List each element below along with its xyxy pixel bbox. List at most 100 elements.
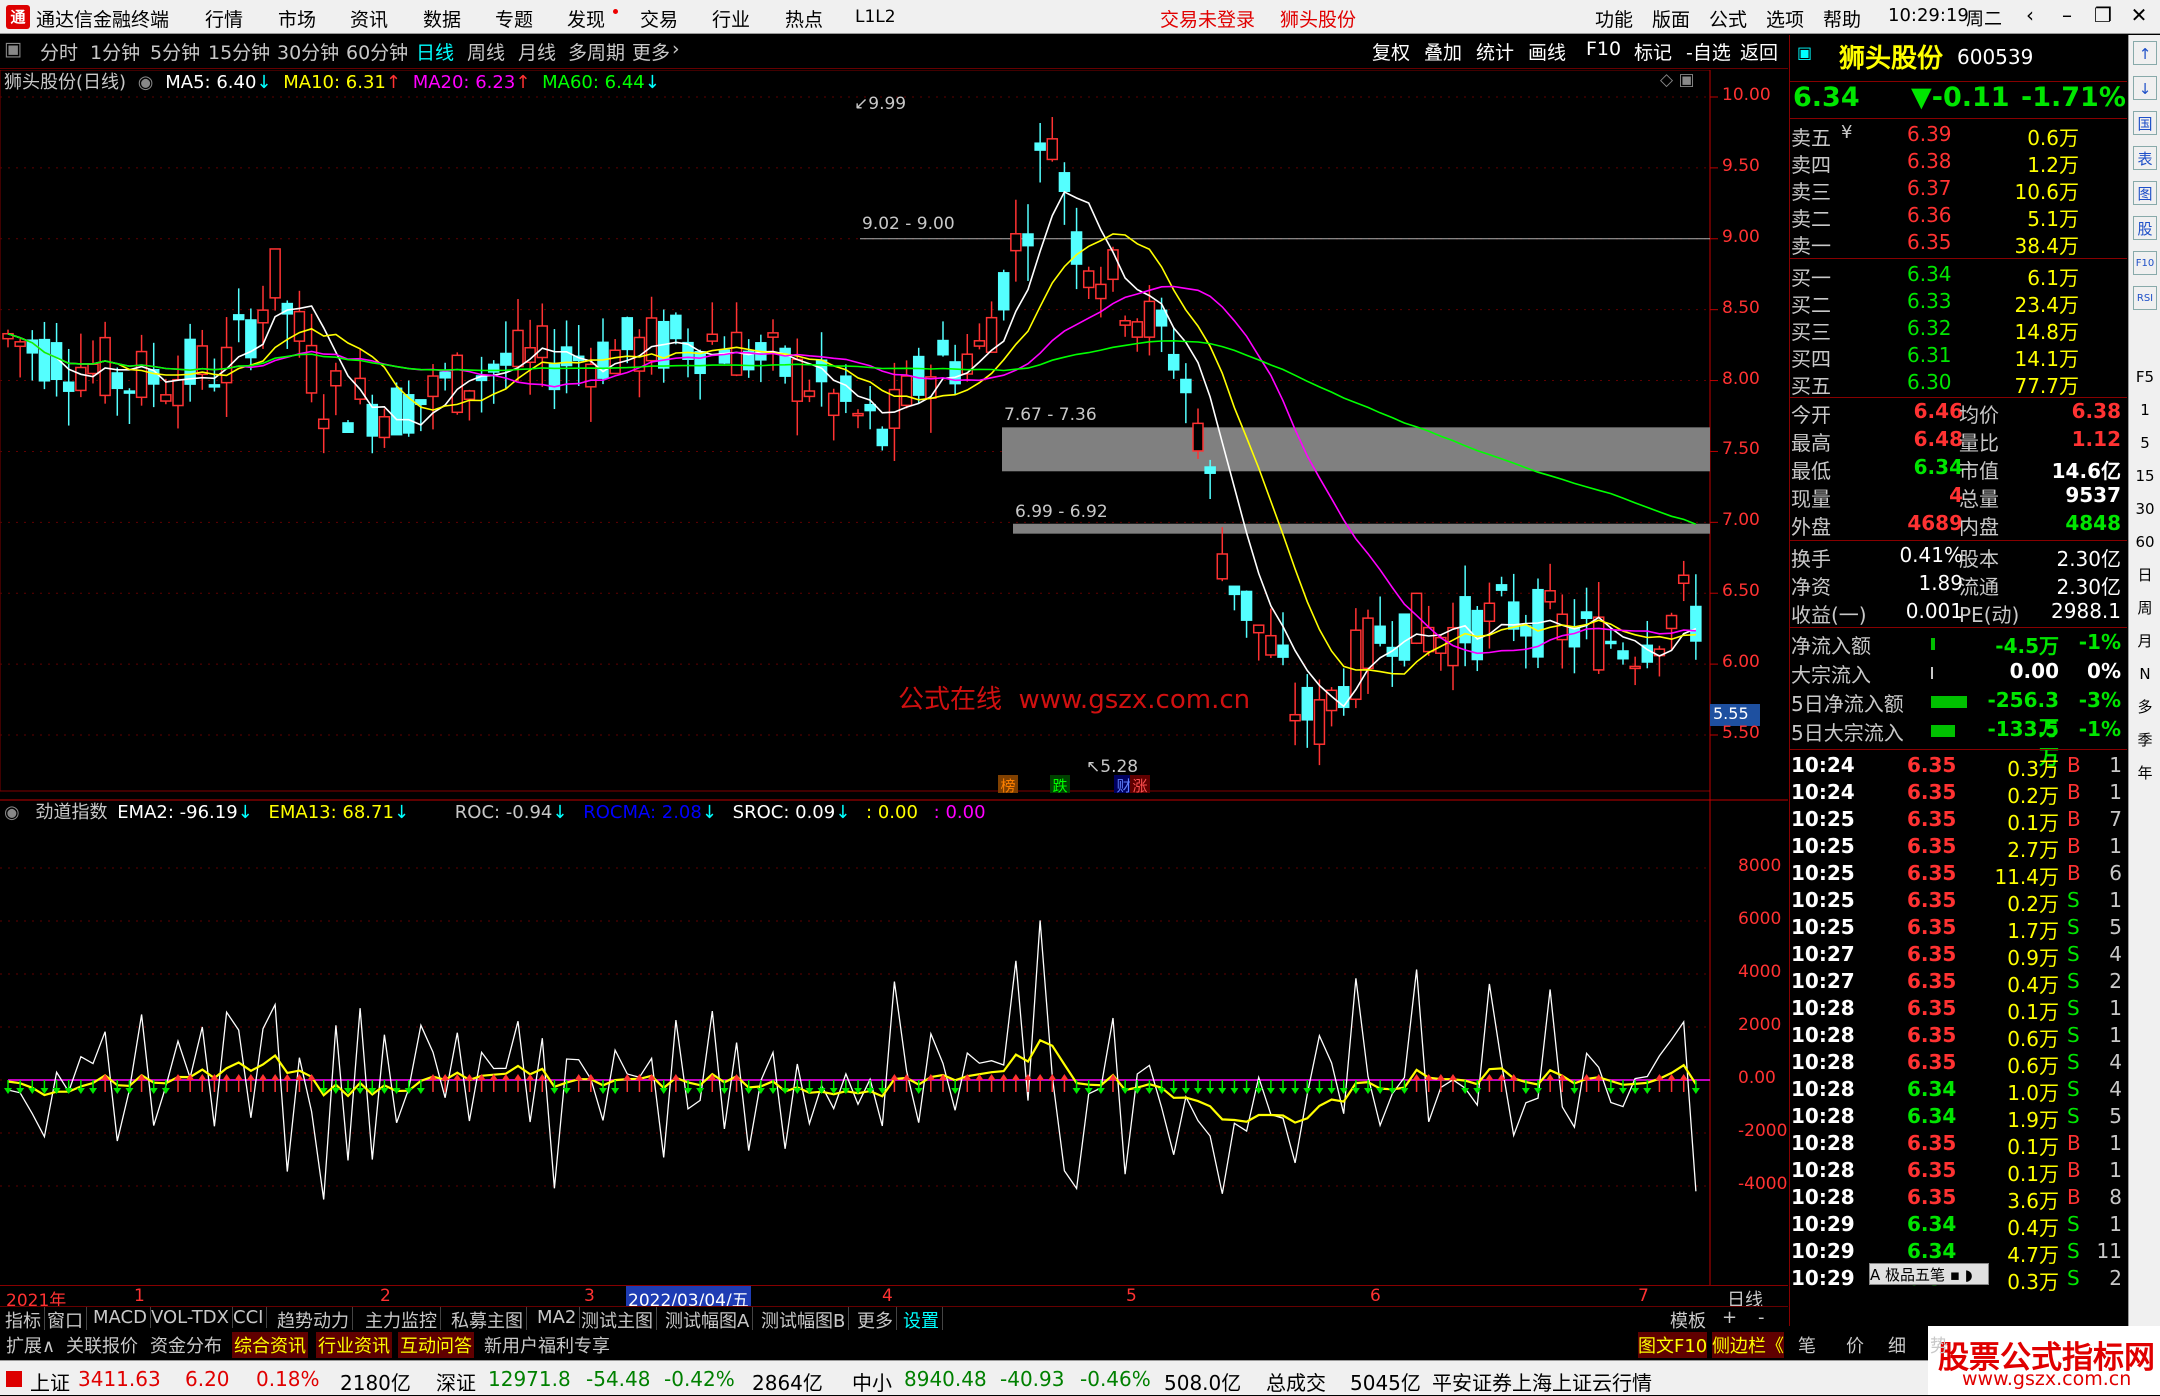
side-tool-6[interactable]: F10 bbox=[2133, 251, 2157, 275]
kline-chart[interactable] bbox=[0, 70, 1788, 1285]
side-tool-17[interactable]: N bbox=[2133, 662, 2157, 686]
current-stock-link[interactable]: 狮头股份 bbox=[1280, 5, 1356, 32]
period-daily[interactable]: 日线 bbox=[416, 38, 454, 65]
ext-tab-3[interactable]: 综合资讯 bbox=[232, 1332, 308, 1358]
side-tool-12[interactable]: 30 bbox=[2133, 497, 2157, 521]
period-15min[interactable]: 15分钟 bbox=[208, 38, 270, 65]
tab-trend[interactable]: 势 bbox=[1930, 1332, 1948, 1358]
stat-label: 收益(一) bbox=[1791, 603, 1867, 627]
chart-settings-icon[interactable]: ◇ ▣ bbox=[1660, 70, 1695, 90]
broker-feed[interactable]: 平安证券上海上证云行情 bbox=[1432, 1367, 1652, 1396]
minimize-icon[interactable]: – bbox=[2052, 3, 2082, 27]
tab-pen[interactable]: 笔 bbox=[1798, 1332, 1816, 1358]
sh-index-label[interactable]: 上证 bbox=[30, 1367, 70, 1396]
side-tool-15[interactable]: 周 bbox=[2133, 596, 2157, 620]
side-tool-1[interactable]: ↓ bbox=[2133, 76, 2157, 100]
legend-toggle-icon[interactable]: ◉ bbox=[138, 72, 154, 93]
zx-index-label[interactable]: 中小 bbox=[852, 1367, 892, 1396]
indicator-toggle-icon[interactable]: ◉ bbox=[4, 802, 20, 823]
menu-markets[interactable]: 市场 bbox=[278, 5, 316, 32]
toolbar-mark[interactable]: 标记 bbox=[1634, 38, 1672, 65]
side-tool-14[interactable]: 日 bbox=[2133, 563, 2157, 587]
side-tool-18[interactable]: 多 bbox=[2133, 695, 2157, 719]
side-tool-11[interactable]: 15 bbox=[2133, 464, 2157, 488]
side-tool-3[interactable]: 表 bbox=[2133, 146, 2157, 170]
indicator-tab-8[interactable]: MA2 bbox=[534, 1307, 581, 1328]
menu-hot[interactable]: 热点 bbox=[785, 5, 823, 32]
toolbar-adjust[interactable]: 复权 bbox=[1372, 38, 1410, 65]
add-panel-button[interactable]: + bbox=[1722, 1307, 1737, 1328]
side-tool-13[interactable]: 60 bbox=[2133, 530, 2157, 554]
menu-data[interactable]: 数据 bbox=[423, 5, 461, 32]
menu-market[interactable]: 行情 bbox=[205, 5, 243, 32]
period-30min[interactable]: 30分钟 bbox=[277, 38, 339, 65]
panel-toggle-icon[interactable]: ▣ bbox=[4, 38, 22, 60]
menu-options[interactable]: 选项 bbox=[1766, 5, 1804, 32]
menu-l1l2[interactable]: L1L2 bbox=[855, 7, 896, 27]
ext-tab-1[interactable]: 关联报价 bbox=[64, 1332, 140, 1358]
tab-price[interactable]: 价 bbox=[1846, 1332, 1864, 1358]
side-tool-20[interactable]: 年 bbox=[2133, 761, 2157, 785]
tab-detail[interactable]: 细 bbox=[1888, 1332, 1906, 1358]
toolbar-overlay[interactable]: 叠加 bbox=[1424, 38, 1462, 65]
ext-tab-4[interactable]: 行业资讯 bbox=[316, 1332, 392, 1358]
period-tick[interactable]: 分时 bbox=[40, 38, 78, 65]
side-tool-8[interactable]: F5 bbox=[2133, 365, 2157, 389]
ext-tab-0[interactable]: 扩展∧ bbox=[4, 1332, 57, 1358]
tick-volume: 1.9万 bbox=[2007, 1108, 2059, 1132]
side-tool-5[interactable]: 股 bbox=[2133, 216, 2157, 240]
event-tag-list[interactable]: 榜 bbox=[998, 775, 1018, 795]
toolbar-stats[interactable]: 统计 bbox=[1476, 38, 1514, 65]
side-tool-2[interactable]: 国 bbox=[2133, 111, 2157, 135]
sz-index-label[interactable]: 深证 bbox=[436, 1367, 476, 1396]
remove-panel-button[interactable]: - bbox=[1758, 1307, 1765, 1328]
tick-side: B bbox=[2067, 1131, 2081, 1155]
toolbar-draw[interactable]: 画线 bbox=[1528, 38, 1566, 65]
period-1min[interactable]: 1分钟 bbox=[90, 38, 140, 65]
menu-formula[interactable]: 公式 bbox=[1709, 5, 1747, 32]
menu-function[interactable]: 功能 bbox=[1595, 5, 1633, 32]
close-icon[interactable]: ✕ bbox=[2124, 3, 2154, 27]
side-tool-16[interactable]: 月 bbox=[2133, 629, 2157, 653]
toolbar-remove-watch[interactable]: -自选 bbox=[1686, 38, 1731, 65]
menu-help[interactable]: 帮助 bbox=[1823, 5, 1861, 32]
indicator-tab-4[interactable]: CCI bbox=[230, 1307, 268, 1328]
f10-tab[interactable]: 图文F10 bbox=[1638, 1332, 1708, 1358]
indicator-name[interactable]: 劲道指数 bbox=[35, 802, 107, 823]
menu-trade[interactable]: 交易 bbox=[640, 5, 678, 32]
ad-banner[interactable]: 股票公式指标网 www.gszx.com.cn bbox=[1928, 1326, 2160, 1395]
period-60min[interactable]: 60分钟 bbox=[346, 38, 408, 65]
side-tool-7[interactable]: RSI bbox=[2133, 286, 2157, 310]
back-icon[interactable]: ‹ bbox=[2015, 3, 2045, 27]
toolbar-back[interactable]: 返回 bbox=[1740, 38, 1778, 65]
period-monthly[interactable]: 月线 bbox=[518, 38, 556, 65]
ext-tab-6[interactable]: 新用户福利专享 bbox=[482, 1332, 612, 1358]
side-tool-19[interactable]: 季 bbox=[2133, 728, 2157, 752]
ime-indicator[interactable]: A 极品五笔 ▪ ◗ ⌨ bbox=[1869, 1263, 1989, 1303]
indicator-tab-2[interactable]: MACD bbox=[90, 1307, 151, 1328]
toolbar-f10[interactable]: F10 bbox=[1586, 38, 1621, 60]
event-tag-rise[interactable]: 涨 bbox=[1130, 775, 1150, 795]
menu-industry[interactable]: 行业 bbox=[712, 5, 750, 32]
period-more[interactable]: 更多 bbox=[632, 38, 670, 65]
menu-news[interactable]: 资讯 bbox=[350, 5, 388, 32]
side-tool-9[interactable]: 1 bbox=[2133, 398, 2157, 422]
menu-layout[interactable]: 版面 bbox=[1652, 5, 1690, 32]
period-weekly[interactable]: 周线 bbox=[467, 38, 505, 65]
event-tag-fall[interactable]: 跌 bbox=[1050, 775, 1070, 795]
menu-discover[interactable]: 发现 bbox=[567, 5, 605, 32]
indicator-tab-3[interactable]: VOL-TDX bbox=[148, 1307, 233, 1328]
side-tool-0[interactable]: ↑ bbox=[2133, 41, 2157, 65]
menu-topics[interactable]: 专题 bbox=[495, 5, 533, 32]
sidebar-tab[interactable]: 侧边栏《 bbox=[1712, 1332, 1784, 1358]
trade-login-status[interactable]: 交易未登录 bbox=[1160, 5, 1255, 32]
ext-tab-2[interactable]: 资金分布 bbox=[148, 1332, 224, 1358]
period-5min[interactable]: 5分钟 bbox=[150, 38, 200, 65]
ext-tab-5[interactable]: 互动问答 bbox=[398, 1332, 474, 1358]
chevron-right-icon[interactable]: › bbox=[672, 38, 680, 60]
maximize-icon[interactable]: ❐ bbox=[2088, 3, 2118, 27]
side-tool-4[interactable]: 图 bbox=[2133, 181, 2157, 205]
period-multi[interactable]: 多周期 bbox=[568, 38, 625, 65]
side-tool-10[interactable]: 5 bbox=[2133, 431, 2157, 455]
panel-menu-icon[interactable]: ▣ bbox=[1797, 43, 1827, 67]
